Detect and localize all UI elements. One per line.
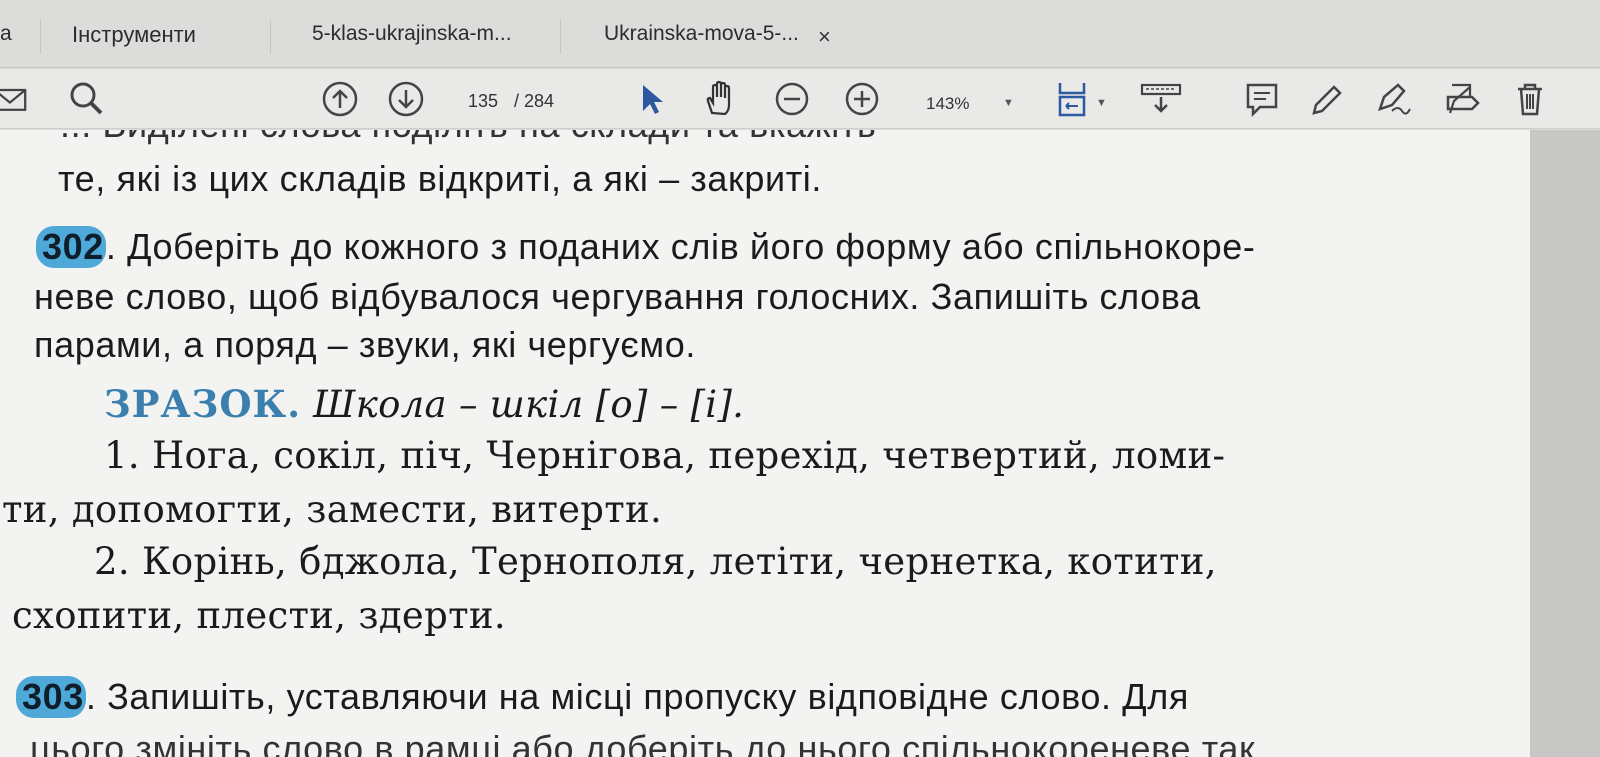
exercise-number-badge: 302 — [36, 226, 106, 268]
cut-bottom-line: цього змініть слово в рамці або доберіть… — [30, 728, 1256, 757]
page-down-icon[interactable] — [386, 79, 426, 119]
zoom-level[interactable]: 143% — [926, 94, 969, 114]
tab-document-2[interactable]: Ukrainska-mova-5-... — [604, 22, 799, 52]
tab-tools[interactable]: Інструменти — [72, 22, 196, 52]
list-2-line1: 2. Корінь, бджола, Тернополя, летіти, че… — [94, 540, 1217, 583]
select-cursor-icon[interactable] — [632, 79, 672, 119]
sample-text: Школа – шкіл [о] – [і]. — [313, 383, 745, 426]
list-2-line2: схопити, плести, здерти. — [12, 594, 506, 637]
text-line: те, які із цих складів відкриті, а які –… — [58, 158, 822, 199]
tab-separator — [40, 20, 41, 54]
tab-document-1[interactable]: 5-klas-ukrajinska-m... — [312, 22, 512, 52]
toolbar: 135 / 284 143% ▼ ▼ — [0, 69, 1600, 129]
comment-icon[interactable] — [1242, 79, 1282, 119]
hand-icon[interactable] — [700, 79, 740, 119]
exercise-303-text: . Запишіть, уставляючи на місці пропуску… — [85, 676, 1189, 717]
list-1-line2: ти, допомогти, замести, витерти. — [2, 488, 663, 531]
cut-top-line: ... Виділені слова поділіть на склади та… — [60, 130, 876, 146]
tab-bar: а Інструменти 5-klas-ukrajinska-m... Ukr… — [0, 0, 1600, 68]
tab-close-icon[interactable]: × — [818, 24, 831, 50]
zoom-dropdown-icon[interactable]: ▼ — [1003, 97, 1014, 109]
stamp-icon[interactable] — [1442, 79, 1482, 119]
tab-separator — [560, 20, 561, 54]
mail-icon[interactable] — [0, 79, 36, 119]
page-number-input[interactable]: 135 — [468, 91, 498, 112]
zoom-in-icon[interactable] — [842, 79, 882, 119]
tab-separator — [270, 20, 271, 54]
zoom-out-icon[interactable] — [772, 79, 812, 119]
search-icon[interactable] — [66, 79, 106, 119]
page-total: / 284 — [514, 91, 555, 111]
scroll-mode-icon[interactable] — [1138, 79, 1184, 119]
exercise-302-line1: 302. Доберіть до кожного з поданих слів … — [36, 226, 1255, 268]
sign-icon[interactable] — [1374, 79, 1414, 119]
exercise-302-line3: парами, а поряд – звуки, які чергуємо. — [34, 324, 696, 365]
trash-icon[interactable] — [1510, 79, 1550, 119]
exercise-302-text: . Доберіть до кожного з поданих слів йог… — [105, 226, 1256, 267]
exercise-number-badge: 303 — [16, 676, 86, 718]
exercise-303-line1: 303. Запишіть, уставляючи на місці пропу… — [16, 676, 1189, 718]
exercise-302-line2: неве слово, щоб відбувалося чергування г… — [34, 276, 1201, 317]
fit-dropdown-icon[interactable]: ▼ — [1096, 97, 1107, 109]
tab-home[interactable]: а — [0, 22, 12, 52]
list-1-line1: 1. Нога, сокіл, піч, Чернігова, перехід,… — [104, 434, 1226, 477]
page-up-icon[interactable] — [320, 79, 360, 119]
fit-page-icon[interactable] — [1052, 79, 1092, 119]
pen-icon[interactable] — [1306, 79, 1346, 119]
sample-line: ЗРАЗОК. Школа – шкіл [о] – [і]. — [104, 382, 744, 426]
viewer-margin — [1530, 130, 1600, 757]
document-page: ... Виділені слова поділіть на склади та… — [0, 130, 1530, 757]
sample-heading: ЗРАЗОК. — [104, 382, 302, 426]
